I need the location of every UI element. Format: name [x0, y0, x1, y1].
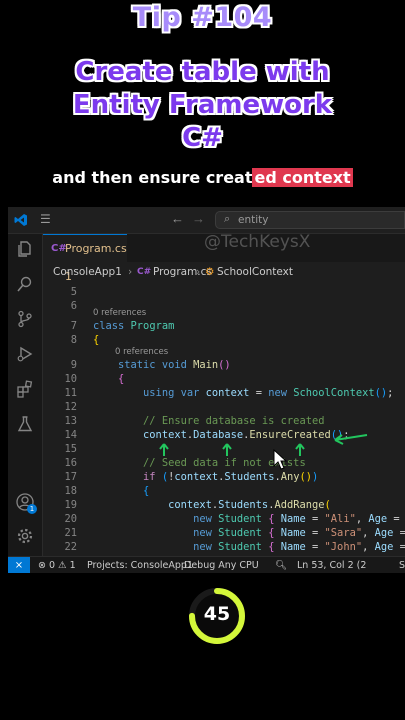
headline-line-1: Create table with — [75, 57, 330, 87]
tip-number: Tip #104 — [132, 2, 273, 33]
activity-bar: 1 — [8, 234, 43, 556]
testing-flask-icon[interactable] — [15, 415, 35, 435]
channel-watermark: @TechKeysX — [204, 232, 311, 252]
timer-value: 45 — [203, 603, 231, 625]
settings-gear-icon[interactable] — [15, 527, 35, 547]
accounts-icon[interactable]: 1 — [15, 492, 37, 514]
arrow-left-icon — [334, 434, 368, 445]
caption-text: and then ensure creat — [52, 168, 253, 187]
remote-indicator-icon[interactable]: ⨯ — [8, 557, 30, 573]
arrow-up-icon — [295, 443, 305, 456]
mouse-cursor-icon — [273, 448, 288, 470]
back-arrow-icon[interactable]: ← — [171, 211, 184, 227]
command-center-search[interactable]: ⌕ entity — [215, 211, 405, 229]
menu-icon[interactable]: ☰ — [40, 213, 54, 225]
forward-arrow-icon[interactable]: → — [192, 211, 205, 227]
arrow-up-icon — [222, 443, 232, 456]
source-control-icon[interactable] — [15, 310, 35, 330]
csharp-file-icon: C# — [51, 243, 67, 254]
status-extra[interactable]: S — [399, 557, 405, 573]
accounts-badge: 1 — [27, 504, 37, 514]
cursor-position[interactable]: Ln 53, Col 2 (2 selected) — [297, 557, 405, 573]
video-headline: Create table with Entity Framework C# — [0, 56, 405, 155]
breadcrumb-symbol[interactable]: SchoolContext — [217, 262, 293, 282]
code-editor[interactable]: 5 6 7 8 9 10 11 12 13 14 15 16 17 18 19 20 21 22 0 refere… — [43, 282, 405, 556]
problems-count[interactable]: ⊗ 0 ⚠ 1 — [38, 557, 76, 573]
headline-line-2: Entity Framework — [72, 90, 333, 120]
arrow-up-icon — [159, 443, 169, 456]
search-view-icon[interactable] — [15, 275, 35, 295]
subtitle-caption: and then ensure creat ed context — [0, 168, 405, 187]
csharp-file-icon: C# — [137, 267, 152, 277]
breadcrumb-file[interactable]: Program.cs — [153, 262, 212, 282]
project-indicator[interactable]: Projects: ConsoleApp1 — [87, 557, 193, 573]
chevron-right-icon: › — [196, 266, 201, 278]
run-debug-icon[interactable] — [15, 345, 35, 365]
zoom-icon[interactable]: 🔍︎ — [275, 557, 287, 573]
build-config[interactable]: Debug Any CPU — [184, 557, 259, 573]
class-symbol-icon: ⚙ — [205, 266, 215, 278]
tab-program-cs[interactable]: C# Program.cs 1 — [43, 234, 127, 283]
search-text: entity — [238, 214, 269, 226]
countdown-timer: 45 — [186, 585, 248, 647]
status-bar: ⨯ ⊗ 0 ⚠ 1 Projects: ConsoleApp1 Debug An… — [8, 556, 405, 573]
vscode-window: ☰ ← → ⌕ entity 1 C# Program.cs 1 Console… — [8, 207, 405, 573]
breadcrumb: ConsoleApp1 › C# Program.cs › ⚙ SchoolCo… — [43, 262, 405, 282]
vscode-logo-icon — [14, 214, 27, 226]
caption-highlight: ed context — [252, 168, 353, 187]
extensions-icon[interactable] — [15, 380, 35, 400]
explorer-icon[interactable] — [15, 240, 35, 260]
headline-line-3: C# — [182, 123, 223, 153]
chevron-right-icon: › — [128, 266, 133, 278]
annotation-arrows — [159, 434, 368, 470]
title-bar: ☰ ← → ⌕ entity — [8, 207, 405, 234]
breadcrumb-project[interactable]: ConsoleApp1 — [53, 262, 122, 282]
search-icon: ⌕ — [224, 213, 231, 225]
